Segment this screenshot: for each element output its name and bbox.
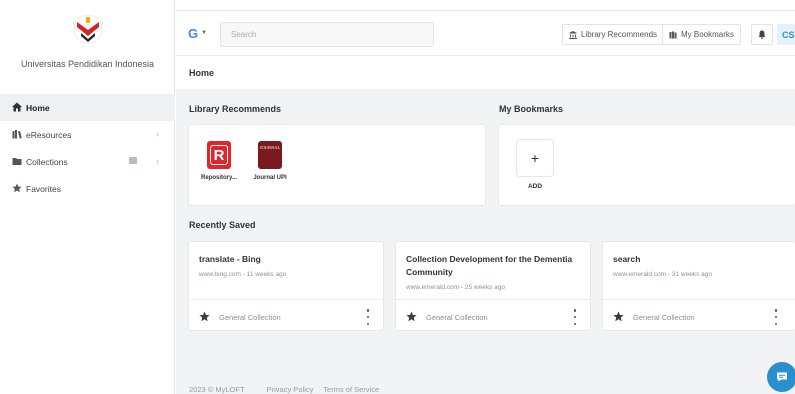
user-avatar[interactable]: CS bbox=[777, 24, 795, 45]
terms-of-service-link[interactable]: Terms of Service bbox=[323, 385, 379, 394]
sidebar-item-label: Favorites bbox=[26, 183, 61, 194]
search-input[interactable] bbox=[220, 22, 434, 47]
star-icon[interactable] bbox=[613, 311, 624, 322]
chevron-right-icon: › bbox=[156, 156, 159, 166]
university-logo bbox=[73, 14, 102, 44]
library-icon bbox=[569, 30, 577, 39]
saved-card-footer: General Collection bbox=[189, 299, 383, 332]
add-folder-icon[interactable] bbox=[129, 157, 137, 164]
add-bookmark-label: ADD bbox=[527, 183, 543, 190]
bookmarks-icon bbox=[669, 31, 677, 38]
chevron-right-icon: › bbox=[156, 129, 159, 139]
library-recommends-label: Library Recommends bbox=[581, 30, 658, 39]
sidebar: Universitas Pendidikan Indonesia Home eR… bbox=[0, 0, 175, 394]
folder-icon bbox=[12, 158, 22, 165]
home-icon bbox=[12, 102, 22, 112]
bell-icon bbox=[758, 30, 766, 39]
star-icon[interactable] bbox=[199, 311, 210, 322]
library-tile-journal-upi[interactable]: JOURNAL Journal UPI bbox=[245, 141, 295, 181]
star-icon bbox=[12, 183, 22, 193]
sidebar-nav: Home eResources › Collections › Favorite… bbox=[0, 94, 175, 202]
main-content: Library Recommends My Bookmarks R Reposi… bbox=[176, 89, 795, 394]
saved-card[interactable]: translate - Bing www.bing.com - 11 weeks… bbox=[188, 241, 384, 331]
library-tile-label: Repository... bbox=[201, 175, 237, 181]
library-tile-repository[interactable]: R Repository... bbox=[194, 141, 244, 181]
sidebar-item-label: eResources bbox=[26, 129, 72, 140]
chat-icon bbox=[777, 372, 787, 382]
search-engine-selector[interactable]: G ▼ bbox=[188, 22, 216, 44]
books-icon bbox=[12, 130, 22, 139]
breadcrumb: Home bbox=[189, 68, 215, 78]
university-logo-block: Universitas Pendidikan Indonesia bbox=[0, 14, 175, 84]
my-bookmarks-button[interactable]: My Bookmarks bbox=[662, 24, 741, 45]
caret-down-icon: ▼ bbox=[201, 30, 208, 36]
collection-label: General Collection bbox=[219, 313, 281, 322]
top-bar: G ▼ Library Recommends My Bookmarks CS bbox=[176, 10, 795, 55]
collection-label: General Collection bbox=[426, 313, 488, 322]
university-name: Universitas Pendidikan Indonesia bbox=[20, 59, 155, 69]
sidebar-item-eresources[interactable]: eResources › bbox=[0, 121, 175, 148]
saved-card-title[interactable]: search bbox=[613, 253, 788, 266]
repository-logo: R bbox=[207, 141, 231, 169]
saved-card-meta: www.bing.com - 11 weeks ago bbox=[199, 271, 287, 278]
breadcrumb-bar: Home bbox=[176, 55, 795, 89]
sidebar-item-label: Home bbox=[26, 102, 50, 113]
privacy-policy-link[interactable]: Privacy Policy bbox=[267, 385, 314, 394]
google-icon: G bbox=[188, 25, 199, 41]
notifications-button[interactable] bbox=[751, 24, 773, 45]
saved-card[interactable]: search www.emerald.com - 31 weeks ago Ge… bbox=[602, 241, 795, 331]
recently-saved-title: Recently Saved bbox=[189, 220, 256, 230]
saved-card-meta: www.emerald.com - 25 weeks ago bbox=[406, 284, 505, 291]
library-recommends-title: Library Recommends bbox=[189, 104, 282, 114]
journal-upi-logo: JOURNAL bbox=[258, 141, 282, 169]
saved-card-title[interactable]: translate - Bing bbox=[199, 253, 374, 266]
my-bookmarks-card: + ADD bbox=[498, 124, 795, 206]
more-menu-icon[interactable] bbox=[363, 309, 373, 325]
collection-label: General Collection bbox=[633, 313, 695, 322]
chat-support-button[interactable] bbox=[767, 362, 795, 392]
sidebar-item-favorites[interactable]: Favorites bbox=[0, 175, 175, 202]
saved-card-footer: General Collection bbox=[603, 299, 795, 332]
sidebar-item-home[interactable]: Home bbox=[0, 94, 175, 121]
more-menu-icon[interactable] bbox=[771, 309, 781, 325]
page-footer: 2023 © MyLOFT Privacy Policy Terms of Se… bbox=[189, 385, 399, 394]
copyright-text: 2023 © MyLOFT bbox=[189, 385, 245, 394]
my-bookmarks-title: My Bookmarks bbox=[499, 104, 564, 114]
saved-card-title[interactable]: Collection Development for the Dementia … bbox=[406, 253, 581, 279]
saved-card[interactable]: Collection Development for the Dementia … bbox=[395, 241, 591, 331]
my-bookmarks-label: My Bookmarks bbox=[681, 30, 734, 39]
library-recommends-button[interactable]: Library Recommends bbox=[562, 24, 665, 45]
plus-icon: + bbox=[530, 150, 540, 166]
more-menu-icon[interactable] bbox=[570, 309, 580, 325]
library-tile-label: Journal UPI bbox=[253, 175, 287, 181]
star-icon[interactable] bbox=[406, 311, 417, 322]
sidebar-item-collections[interactable]: Collections › bbox=[0, 148, 175, 175]
sidebar-item-label: Collections bbox=[26, 156, 68, 167]
saved-card-meta: www.emerald.com - 31 weeks ago bbox=[613, 271, 712, 278]
saved-card-footer: General Collection bbox=[396, 299, 590, 332]
library-recommends-card: R Repository... JOURNAL Journal UPI bbox=[188, 124, 486, 206]
add-bookmark-button[interactable]: + bbox=[516, 139, 554, 177]
